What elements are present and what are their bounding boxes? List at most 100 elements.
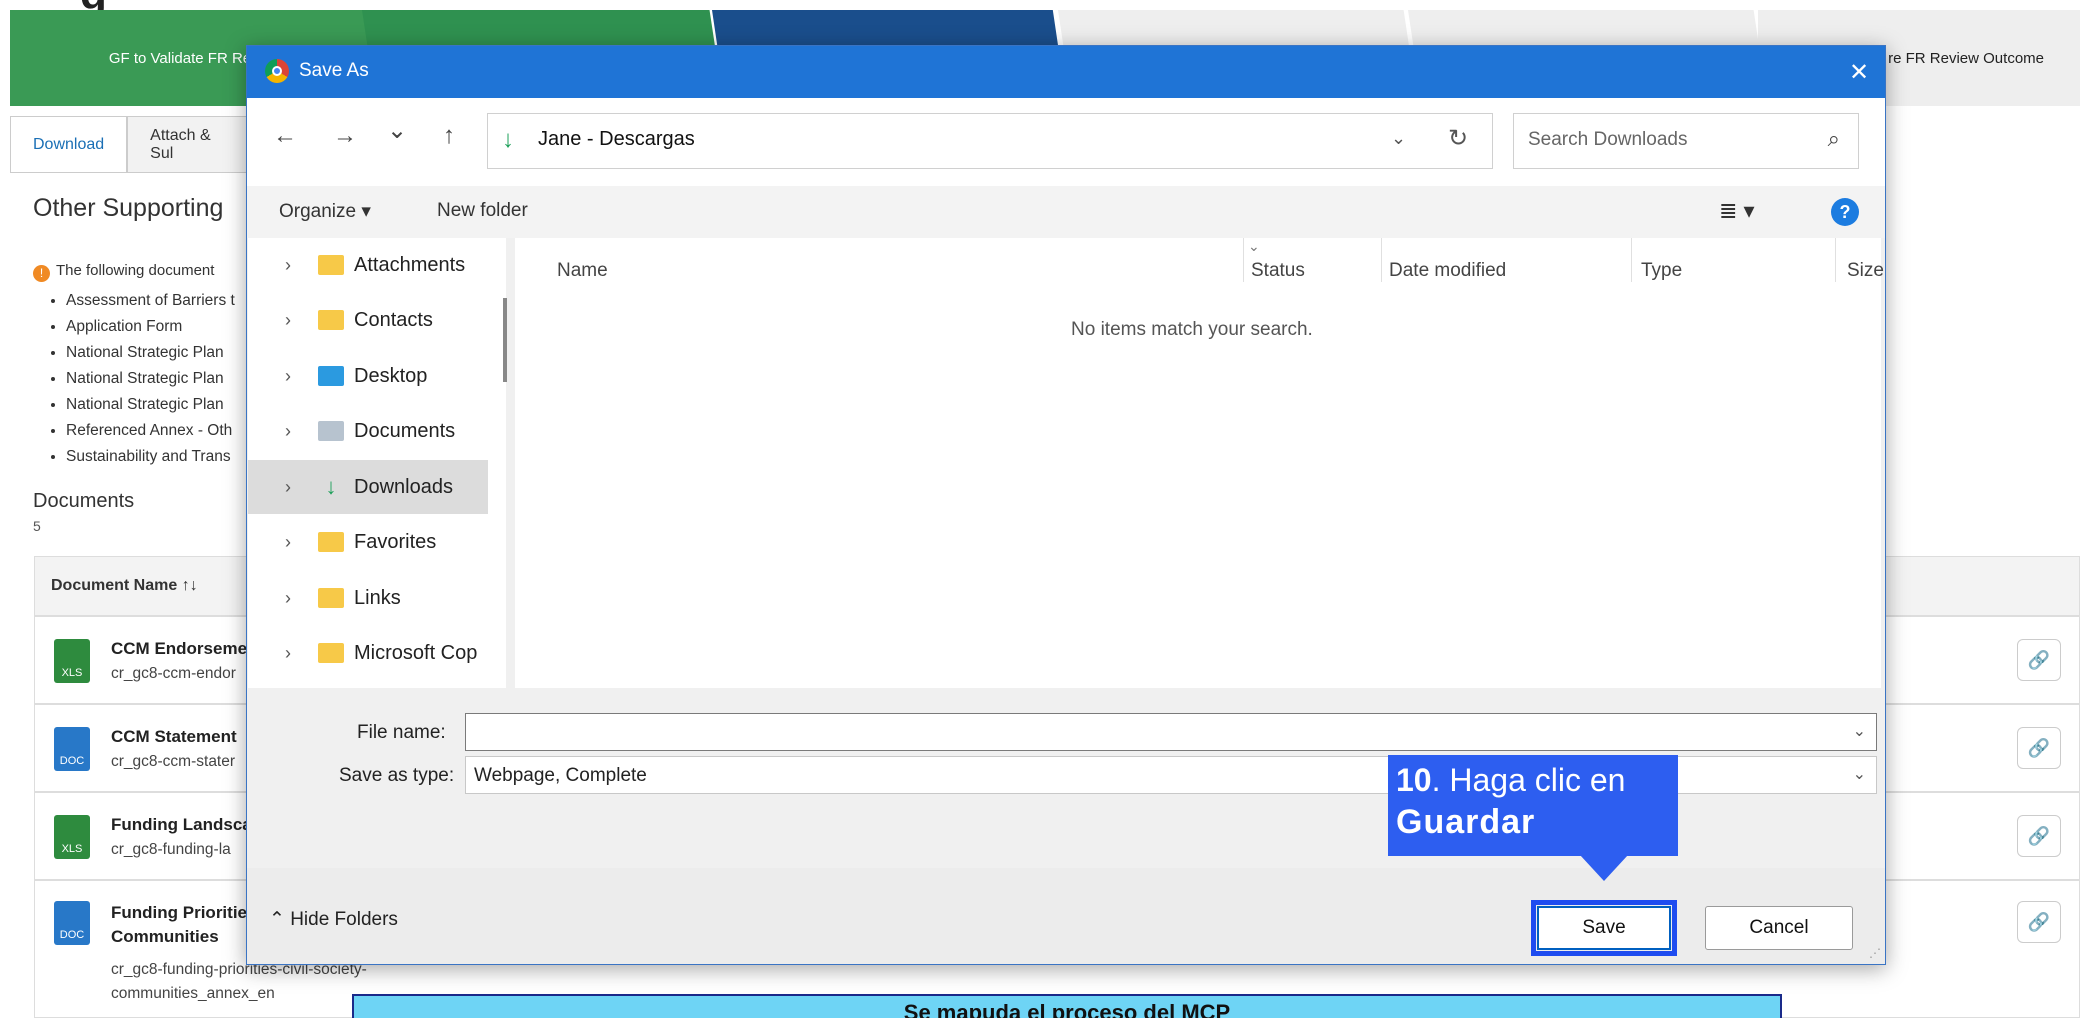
document-name[interactable]: CCM Statement bbox=[111, 727, 237, 747]
chevron-down-icon[interactable]: ⌄ bbox=[1853, 721, 1866, 741]
copy-link-button[interactable]: 🔗 bbox=[2017, 727, 2061, 769]
desktop-folder-icon bbox=[318, 366, 344, 386]
info-message: ! The following document bbox=[33, 262, 214, 282]
nav-pane-scrollbar[interactable] bbox=[503, 298, 507, 382]
save-as-type-label: Save as type: bbox=[339, 765, 455, 786]
list-item: Application Form bbox=[66, 314, 235, 340]
sort-chevron-icon: ⌄ bbox=[1248, 238, 1260, 254]
address-bar-row: ← → ⌄ ↑ ↓ Jane - Descargas ⌄ ↻ Search Do… bbox=[247, 98, 1885, 186]
expand-chevron-icon[interactable]: › bbox=[268, 421, 308, 442]
save-button[interactable]: Save bbox=[1537, 906, 1671, 950]
cancel-button[interactable]: Cancel bbox=[1705, 906, 1853, 950]
document-name[interactable]: CCM Endorseme bbox=[111, 639, 247, 659]
column-divider[interactable] bbox=[1835, 238, 1836, 282]
nav-item-links[interactable]: › Links bbox=[248, 571, 488, 625]
documents-folder-icon bbox=[318, 421, 344, 441]
list-item: National Strategic Plan bbox=[66, 392, 235, 418]
copy-link-button[interactable]: 🔗 bbox=[2017, 639, 2061, 681]
refresh-icon[interactable]: ↻ bbox=[1448, 124, 1468, 153]
dialog-title: Save As bbox=[299, 60, 369, 81]
hide-folders-label: Hide Folders bbox=[290, 909, 398, 930]
folder-icon bbox=[318, 255, 344, 275]
expand-chevron-icon[interactable]: › bbox=[268, 643, 308, 664]
list-item: National Strategic Plan bbox=[66, 340, 235, 366]
organize-button[interactable]: Organize ▾ bbox=[279, 200, 371, 223]
search-input[interactable]: Search Downloads ⌕ bbox=[1513, 113, 1859, 169]
copy-link-button[interactable]: 🔗 bbox=[2017, 815, 2061, 857]
chevron-down-icon[interactable]: ⌄ bbox=[1391, 128, 1406, 149]
expand-chevron-icon[interactable]: › bbox=[268, 477, 308, 498]
column-divider[interactable] bbox=[1381, 238, 1382, 282]
tab-attach-submit[interactable]: Attach & Sul bbox=[127, 116, 250, 172]
chevron-down-icon[interactable]: ⌄ bbox=[1853, 764, 1866, 784]
document-filename-line2: communities_annex_en bbox=[111, 985, 275, 1002]
nav-item-label: Documents bbox=[354, 419, 456, 442]
page-tabs: Download Attach & Sul bbox=[10, 116, 250, 173]
recent-locations-chevron-icon[interactable]: ⌄ bbox=[379, 116, 415, 145]
new-folder-button[interactable]: New folder bbox=[437, 200, 528, 222]
up-arrow-icon[interactable]: ↑ bbox=[431, 122, 467, 150]
nav-item-label: Desktop bbox=[354, 364, 428, 387]
nav-item-label: Favorites bbox=[354, 530, 437, 553]
document-filename: cr_gc8-funding-la bbox=[111, 841, 231, 858]
back-arrow-icon[interactable]: ← bbox=[267, 122, 303, 150]
xls-file-icon: XLS bbox=[54, 815, 90, 859]
forward-arrow-icon[interactable]: → bbox=[327, 122, 363, 150]
expand-chevron-icon[interactable]: › bbox=[268, 588, 308, 609]
expand-chevron-icon[interactable]: › bbox=[268, 310, 308, 331]
list-item: National Strategic Plan bbox=[66, 366, 235, 392]
resize-grip-icon[interactable]: ⋰ bbox=[1869, 946, 1881, 960]
instruction-banner: Se mapuda el proceso del MCP bbox=[352, 994, 1782, 1018]
doc-file-icon: DOC bbox=[54, 901, 90, 945]
column-divider[interactable] bbox=[1631, 238, 1632, 282]
nav-item-documents[interactable]: › Documents bbox=[248, 404, 488, 458]
list-item: Assessment of Barriers t bbox=[66, 288, 235, 314]
callout-text: . Haga clic en bbox=[1431, 762, 1626, 798]
info-text: The following document bbox=[56, 262, 215, 279]
save-as-type-value: Webpage, Complete bbox=[474, 765, 647, 786]
nav-item-desktop[interactable]: › Desktop bbox=[248, 349, 488, 403]
view-options-icon[interactable]: ≣ ▾ bbox=[1719, 198, 1755, 224]
nav-item-microsoft-copilot[interactable]: › Microsoft Cop bbox=[248, 626, 488, 680]
column-document-name[interactable]: Document Name ↑↓ bbox=[51, 577, 198, 595]
nav-item-downloads[interactable]: › ↓ Downloads bbox=[248, 460, 488, 514]
nav-item-contacts[interactable]: › Contacts bbox=[248, 293, 488, 347]
document-filename: cr_gc8-ccm-endor bbox=[111, 665, 236, 682]
nav-item-label: Contacts bbox=[354, 308, 433, 331]
address-bar[interactable]: ↓ Jane - Descargas ⌄ ↻ bbox=[487, 113, 1493, 169]
expand-chevron-icon[interactable]: › bbox=[268, 255, 308, 276]
document-name-line2: Communities bbox=[111, 927, 219, 946]
doc-file-icon: DOC bbox=[54, 727, 90, 771]
file-name-input[interactable]: ⌄ bbox=[465, 713, 1877, 751]
close-icon[interactable]: ✕ bbox=[1841, 54, 1877, 90]
expand-chevron-icon[interactable]: › bbox=[268, 366, 308, 387]
hide-folders-button[interactable]: ⌃ Hide Folders bbox=[269, 908, 398, 931]
folder-icon bbox=[318, 532, 344, 552]
documents-count: 5 bbox=[33, 518, 41, 534]
tab-download[interactable]: Download bbox=[10, 116, 128, 172]
column-date-modified[interactable]: Date modified bbox=[1389, 260, 1506, 282]
dialog-titlebar[interactable]: Save As ✕ bbox=[247, 46, 1885, 98]
list-item: Referenced Annex - Oth bbox=[66, 418, 235, 444]
list-item: Sustainability and Trans bbox=[66, 444, 235, 470]
folder-icon bbox=[318, 588, 344, 608]
nav-item-attachments[interactable]: › Attachments bbox=[248, 238, 488, 292]
column-status[interactable]: Status bbox=[1251, 260, 1305, 282]
section-title: Other Supporting bbox=[33, 194, 224, 222]
help-icon[interactable]: ? bbox=[1831, 198, 1859, 226]
folder-icon bbox=[318, 310, 344, 330]
expand-chevron-icon[interactable]: › bbox=[268, 532, 308, 553]
download-arrow-icon: ↓ bbox=[502, 126, 514, 153]
file-name-label: File name: bbox=[357, 722, 446, 743]
column-size[interactable]: Size bbox=[1847, 260, 1884, 282]
document-name[interactable]: Funding Landsca bbox=[111, 815, 252, 835]
link-icon: 🔗 bbox=[2027, 737, 2051, 758]
copy-link-button[interactable]: 🔗 bbox=[2017, 901, 2061, 943]
document-name[interactable]: Funding Prioritie bbox=[111, 903, 247, 923]
column-type[interactable]: Type bbox=[1641, 260, 1682, 282]
column-name[interactable]: Name bbox=[557, 260, 608, 282]
callout-bold-text: Guardar bbox=[1396, 803, 1536, 841]
nav-item-favorites[interactable]: › Favorites bbox=[248, 515, 488, 569]
column-divider[interactable] bbox=[1243, 238, 1244, 282]
link-icon: 🔗 bbox=[2027, 649, 2051, 670]
